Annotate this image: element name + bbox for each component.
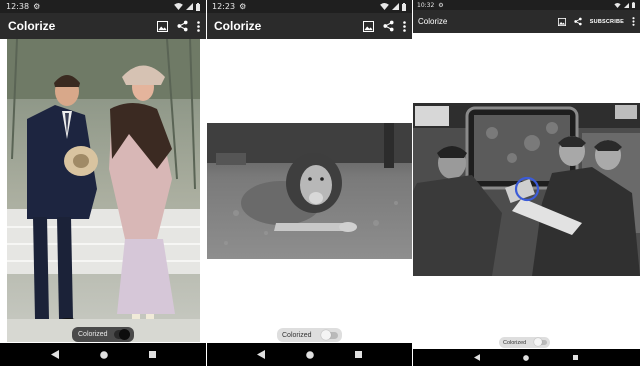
screen-divider: [412, 0, 413, 366]
home-icon[interactable]: [523, 354, 530, 361]
back-icon[interactable]: [256, 350, 265, 359]
colorized-toggle[interactable]: Colorized: [72, 327, 134, 342]
home-icon[interactable]: [305, 350, 314, 359]
image-icon[interactable]: [557, 17, 566, 26]
colorized-toggle[interactable]: Colorized: [277, 328, 342, 342]
colorized-toggle-label: Colorized: [78, 331, 108, 338]
colorized-photo-couple: [7, 39, 200, 342]
gear-icon: ⚙: [239, 2, 247, 11]
status-icons: [614, 2, 635, 8]
recents-icon[interactable]: [573, 355, 579, 360]
status-bar: 12:38 ⚙: [0, 0, 206, 13]
image-icon[interactable]: [157, 20, 168, 32]
app-bar: Colorize SUBSCRIBE: [412, 10, 640, 33]
share-icon[interactable]: [177, 20, 188, 32]
back-icon[interactable]: [50, 350, 59, 359]
gear-icon: ⚙: [33, 2, 41, 11]
signal-icon: [392, 3, 399, 10]
home-icon[interactable]: [99, 350, 108, 359]
colorized-toggle-label: Colorized: [282, 331, 312, 339]
app-bar: Colorize: [206, 13, 412, 39]
status-bar: 10:32 ⚙: [412, 0, 640, 10]
nav-bar: [206, 343, 412, 366]
battery-icon: [196, 2, 200, 11]
status-time: 12:23: [212, 2, 236, 11]
phone-screen-1: 12:38 ⚙ Colorize Colorized: [0, 0, 206, 366]
screen-divider: [206, 0, 207, 366]
recents-icon[interactable]: [148, 351, 156, 358]
app-title: Colorize: [418, 17, 448, 26]
status-time: 10:32: [417, 1, 435, 9]
status-bar: 12:23 ⚙: [206, 0, 412, 13]
colorized-toggle-label: Colorized: [503, 339, 527, 346]
wifi-icon: [614, 2, 621, 8]
gear-icon: ⚙: [438, 1, 444, 9]
nav-bar: [412, 349, 640, 366]
wifi-icon: [174, 3, 183, 10]
more-vert-icon[interactable]: [403, 20, 406, 32]
app-title: Colorize: [214, 19, 262, 33]
share-icon[interactable]: [574, 17, 582, 26]
wifi-icon: [380, 3, 389, 10]
share-icon[interactable]: [383, 20, 394, 32]
app-bar: Colorize: [0, 13, 206, 39]
phone-screen-2: 12:23 ⚙ Colorize Colorized: [206, 0, 412, 366]
toggle-switch-off[interactable]: [534, 338, 547, 346]
toggle-switch-off[interactable]: [321, 329, 338, 340]
signal-icon: [624, 2, 629, 8]
subscribe-button[interactable]: SUBSCRIBE: [590, 19, 624, 25]
colorized-toggle[interactable]: Colorized: [499, 337, 550, 348]
phone-screen-3: 10:32 ⚙ Colorize SUBSCRIBE Colorized: [412, 0, 640, 366]
battery-icon: [632, 2, 635, 8]
app-title: Colorize: [8, 19, 56, 33]
battery-icon: [402, 2, 406, 11]
nav-bar: [0, 343, 206, 366]
more-vert-icon[interactable]: [197, 20, 200, 32]
status-icons: [174, 2, 200, 11]
more-vert-icon[interactable]: [632, 17, 635, 26]
status-icons: [380, 2, 406, 11]
image-icon[interactable]: [363, 20, 374, 32]
back-icon[interactable]: [473, 354, 480, 361]
signal-icon: [186, 3, 193, 10]
status-time: 12:38: [6, 2, 30, 11]
recents-icon[interactable]: [354, 351, 362, 358]
grayscale-photo-train-passengers: [412, 103, 640, 276]
grayscale-photo-lion: [206, 123, 412, 259]
toggle-switch-on[interactable]: [114, 329, 130, 340]
